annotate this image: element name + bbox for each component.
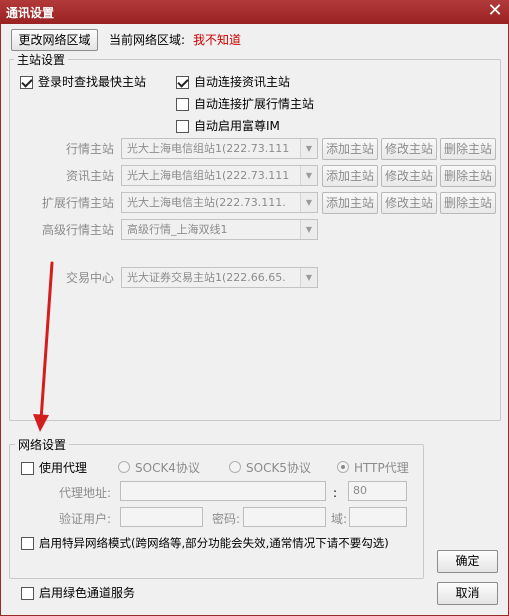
- add-info-station-button[interactable]: 添加主站: [322, 165, 378, 187]
- trade-center-value: 光大证券交易主站1(222.66.65.: [127, 271, 286, 284]
- change-region-button[interactable]: 更改网络区域: [11, 29, 98, 51]
- auth-user-label: 验证用户:: [59, 512, 112, 526]
- advanced-station-label: 高级行情主站: [42, 223, 115, 237]
- proxy-address-label: 代理地址:: [59, 486, 112, 500]
- password-input[interactable]: [243, 507, 326, 527]
- auto-fuzun-label[interactable]: 自动启用富尊IM: [194, 119, 280, 133]
- quote-station-value: 光大上海电信组站1(222.73.111: [127, 142, 290, 155]
- chevron-down-icon: ▼: [300, 166, 317, 185]
- use-proxy-checkbox[interactable]: [21, 462, 34, 475]
- auto-ext-station-label[interactable]: 自动连接扩展行情主站: [194, 97, 314, 111]
- green-channel-checkbox[interactable]: [21, 587, 34, 600]
- delete-ext-station-button[interactable]: 删除主站: [440, 192, 496, 214]
- proxy-address-input[interactable]: [120, 481, 326, 501]
- main-station-group: [9, 59, 501, 421]
- trade-center-select[interactable]: 光大证券交易主站1(222.66.65. ▼: [121, 267, 318, 288]
- password-label: 密码:: [212, 512, 241, 526]
- green-channel-label[interactable]: 启用绿色通道服务: [39, 586, 135, 600]
- http-proxy-label: HTTP代理: [354, 461, 409, 475]
- domain-label: 域:: [331, 512, 348, 526]
- window-title-bar: 通讯设置 ✕: [0, 0, 509, 24]
- auto-info-station-label[interactable]: 自动连接资讯主站: [194, 75, 290, 89]
- delete-info-station-button[interactable]: 删除主站: [440, 165, 496, 187]
- chevron-down-icon: ▼: [300, 193, 317, 212]
- chevron-down-icon: ▼: [300, 139, 317, 158]
- window-title: 通讯设置: [6, 6, 55, 20]
- delete-quote-station-button[interactable]: 删除主站: [440, 138, 496, 160]
- trade-center-label: 交易中心: [66, 271, 115, 285]
- sock5-label: SOCK5协议: [246, 461, 311, 475]
- info-station-select[interactable]: 光大上海电信组站1(222.73.111 ▼: [121, 165, 318, 186]
- fastest-station-label[interactable]: 登录时查找最快主站: [38, 75, 146, 89]
- port-colon: :: [333, 486, 338, 500]
- ext-station-select[interactable]: 光大上海电信主站(222.73.111. ▼: [121, 192, 318, 213]
- network-settings-legend: 网络设置: [15, 438, 70, 452]
- quote-station-label: 行情主站: [66, 142, 115, 156]
- auto-info-station-checkbox[interactable]: [176, 76, 189, 89]
- current-region-value: 我不知道: [193, 33, 242, 47]
- fastest-station-checkbox[interactable]: [20, 76, 33, 89]
- cancel-button[interactable]: 取消: [437, 582, 498, 605]
- sock4-label: SOCK4协议: [135, 461, 200, 475]
- add-quote-station-button[interactable]: 添加主站: [322, 138, 378, 160]
- ok-button[interactable]: 确定: [437, 550, 498, 573]
- ext-station-label: 扩展行情主站: [42, 196, 115, 210]
- advanced-station-value: 高级行情_上海双线1: [127, 223, 228, 236]
- edit-ext-station-button[interactable]: 修改主站: [381, 192, 437, 214]
- auth-user-input[interactable]: [120, 507, 203, 527]
- sock5-radio[interactable]: [229, 461, 241, 473]
- ext-station-value: 光大上海电信主站(222.73.111.: [127, 196, 286, 209]
- quote-station-select[interactable]: 光大上海电信组站1(222.73.111 ▼: [121, 138, 318, 159]
- use-proxy-label[interactable]: 使用代理: [39, 461, 87, 475]
- edit-info-station-button[interactable]: 修改主站: [381, 165, 437, 187]
- special-network-label[interactable]: 启用特异网络模式(跨网络等,部分功能会失效,通常情况下请不要勾选): [39, 536, 389, 550]
- auto-ext-station-checkbox[interactable]: [176, 98, 189, 111]
- chevron-down-icon: ▼: [300, 268, 317, 287]
- domain-input[interactable]: [349, 507, 407, 527]
- current-region-label: 当前网络区域:: [109, 33, 186, 47]
- sock4-radio[interactable]: [118, 461, 130, 473]
- auto-fuzun-checkbox[interactable]: [176, 120, 189, 133]
- proxy-port-input[interactable]: 80: [348, 481, 407, 501]
- add-ext-station-button[interactable]: 添加主站: [322, 192, 378, 214]
- http-proxy-radio[interactable]: [337, 461, 349, 473]
- special-network-checkbox[interactable]: [21, 537, 34, 550]
- advanced-station-select[interactable]: 高级行情_上海双线1 ▼: [121, 219, 318, 240]
- main-station-legend: 主站设置: [14, 53, 69, 67]
- close-icon[interactable]: ✕: [481, 0, 509, 24]
- chevron-down-icon: ▼: [300, 220, 317, 239]
- edit-quote-station-button[interactable]: 修改主站: [381, 138, 437, 160]
- info-station-value: 光大上海电信组站1(222.73.111: [127, 169, 290, 182]
- info-station-label: 资讯主站: [66, 169, 115, 183]
